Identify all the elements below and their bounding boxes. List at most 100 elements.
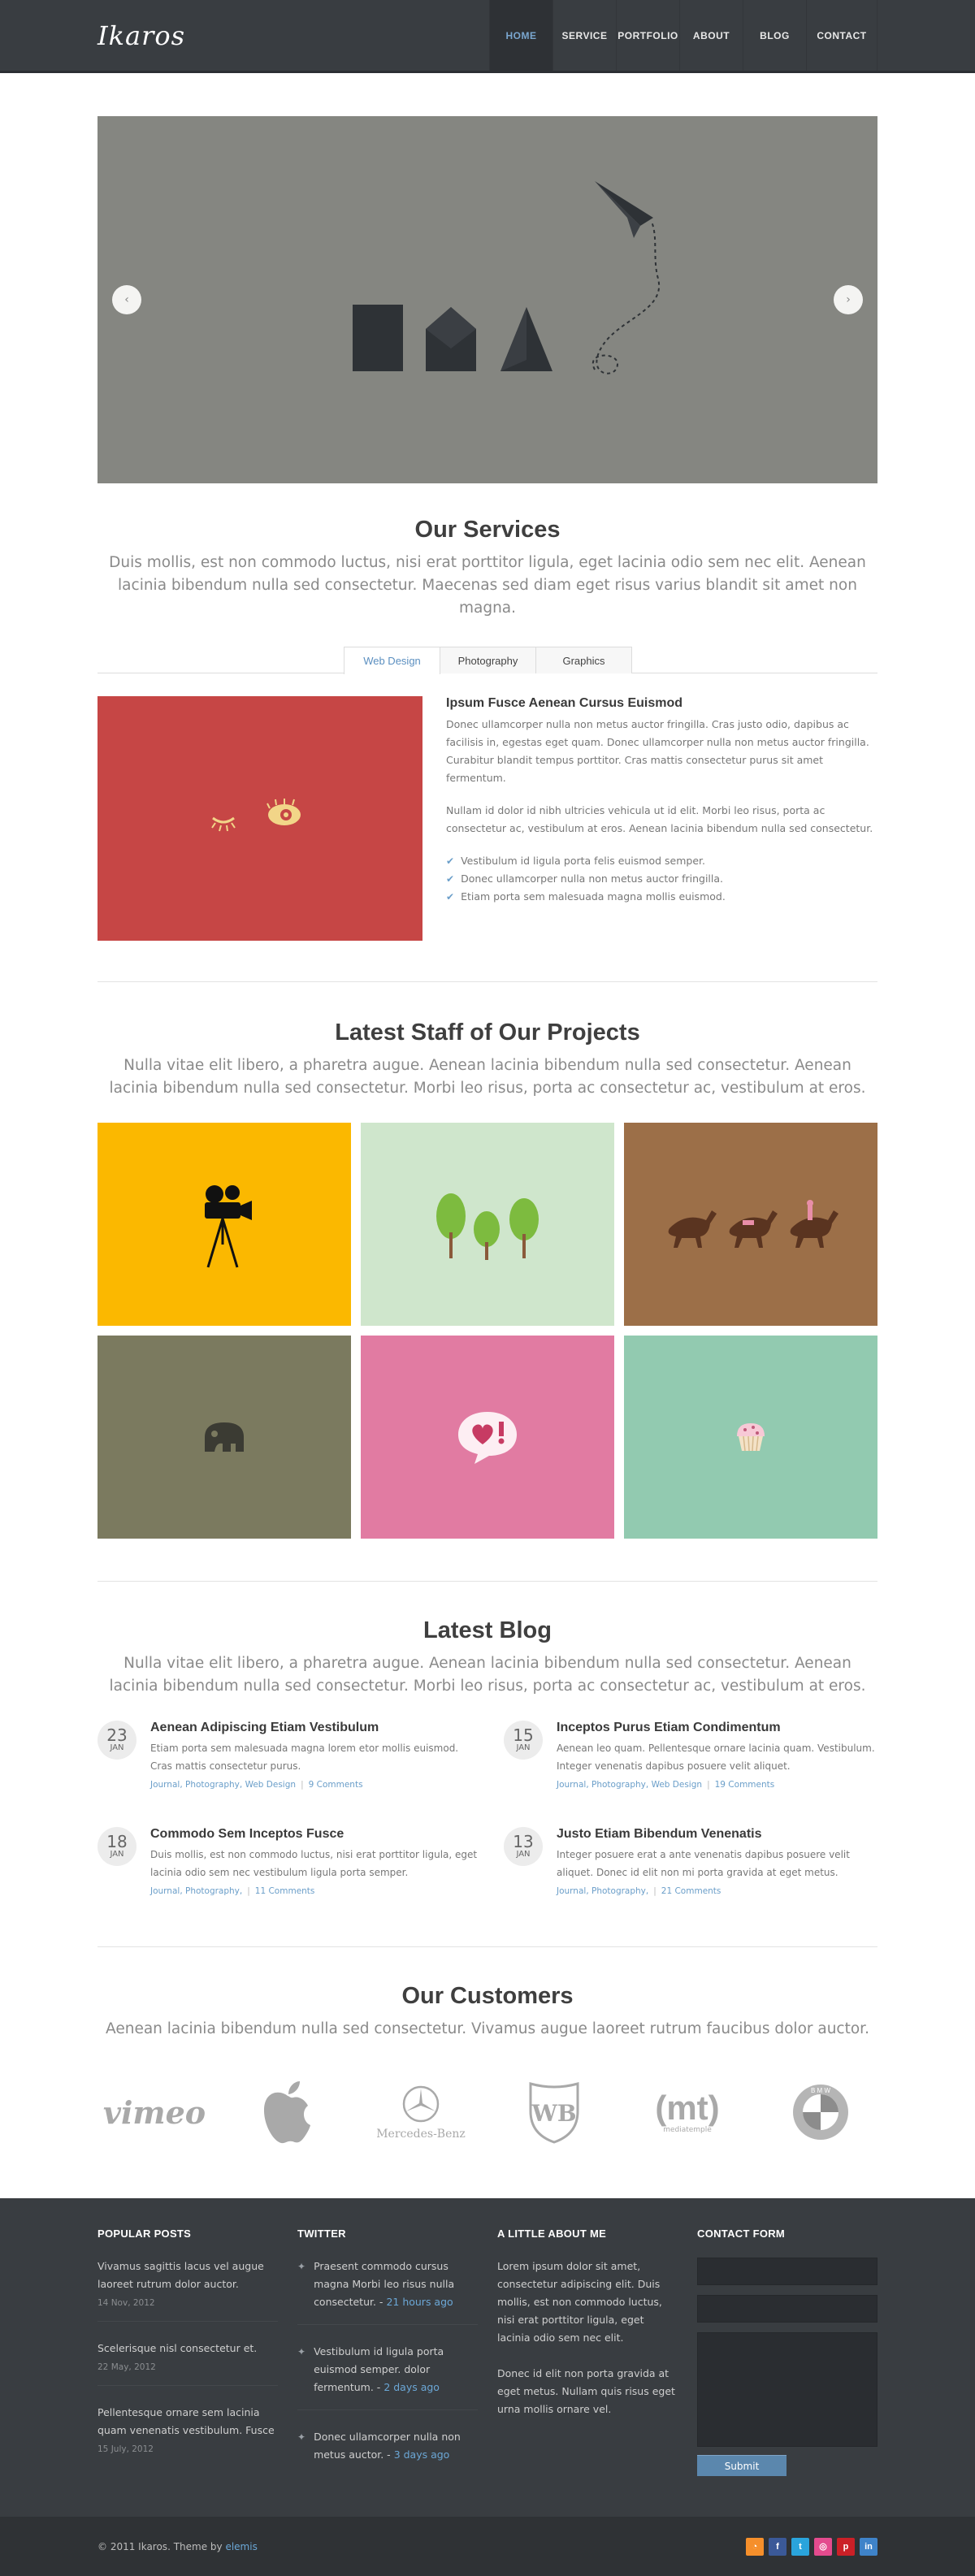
- main-nav: HOME SERVICE PORTFOLIO ABOUT BLOG CONTAC…: [489, 0, 878, 71]
- post-meta: Journal, Photography, | 11 Comments: [150, 1886, 315, 1896]
- svg-text:B M W: B M W: [811, 2087, 830, 2094]
- services-intro: Duis mollis, est non commodo luctus, nis…: [109, 554, 866, 617]
- facebook-icon[interactable]: f: [769, 2537, 786, 2556]
- twitter-bird-icon: ✦: [297, 2261, 306, 2272]
- post-excerpt: Etiam porta sem malesuada magna lorem et…: [150, 1743, 459, 1772]
- slider-illustration: [353, 181, 661, 374]
- tweet: ✦ Vestibulum id ligula porta euismod semp…: [297, 2343, 478, 2410]
- mediatemple-logo[interactable]: (mt) mediatemple: [630, 2072, 744, 2153]
- portfolio-item[interactable]: [98, 1123, 351, 1326]
- name-field[interactable]: [697, 2258, 878, 2285]
- widget-title: CONTACT FORM: [697, 2227, 786, 2240]
- submit-button[interactable]: Submit: [697, 2455, 786, 2476]
- paper-plane-icon: [595, 181, 653, 226]
- portfolio-item[interactable]: [361, 1336, 614, 1539]
- popular-post[interactable]: Vivamus sagittis lacus vel augue laoreet…: [98, 2258, 278, 2322]
- portfolio-item[interactable]: [361, 1123, 614, 1326]
- checklist-item: ✔ Vestibulum id ligula porta felis euismo…: [446, 852, 878, 870]
- post-categories[interactable]: Journal, Photography, Web Design: [557, 1780, 702, 1790]
- about-widget: A LITTLE ABOUT ME Lorem ipsum dolor sit …: [497, 2227, 678, 2477]
- widget-title: POPULAR POSTS: [98, 2227, 192, 2240]
- post-comments-link[interactable]: 9 Comments: [309, 1780, 363, 1790]
- hero-slider: ‹ ›: [98, 116, 878, 483]
- post-categories[interactable]: Journal, Photography,: [150, 1886, 242, 1896]
- flight-path: [592, 221, 661, 374]
- post-excerpt: Integer posuere erat a ante venenatis da…: [557, 1849, 850, 1878]
- site-logo[interactable]: Ikaros: [98, 20, 185, 51]
- twitter-widget: TWITTER ✦ Praesent commodo cursus magna M…: [297, 2227, 478, 2477]
- nav-about[interactable]: ABOUT: [679, 0, 743, 71]
- services-title: Our Services: [414, 517, 561, 543]
- post-comments-link[interactable]: 21 Comments: [661, 1886, 722, 1896]
- cupcake-icon: [737, 1423, 765, 1452]
- post-categories[interactable]: Journal, Photography,: [557, 1886, 648, 1896]
- about-text: Donec id elit non porta gravida at eget …: [497, 2367, 675, 2415]
- pinterest-icon[interactable]: p: [837, 2537, 855, 2556]
- post-meta: Journal, Photography, | 21 Comments: [557, 1886, 722, 1896]
- post-comments-link[interactable]: 19 Comments: [715, 1780, 775, 1790]
- apple-logo[interactable]: [231, 2072, 344, 2153]
- dribbble-icon[interactable]: ◎: [814, 2537, 832, 2556]
- portfolio-item[interactable]: [624, 1336, 878, 1539]
- message-textarea[interactable]: [697, 2332, 878, 2447]
- tweet-time-link[interactable]: 2 days ago: [384, 2381, 440, 2393]
- nav-portfolio[interactable]: PORTFOLIO: [616, 0, 679, 71]
- tweet-time-link[interactable]: 3 days ago: [394, 2448, 450, 2461]
- post-title[interactable]: Commodo Sem Inceptos Fusce: [150, 1827, 479, 1842]
- customers-intro: Aenean lacinia bibendum nulla sed consec…: [106, 2020, 869, 2037]
- svg-text:WB: WB: [531, 2100, 576, 2127]
- tab-paragraph-2: Nullam id dolor id nibh ultricies vehicu…: [446, 804, 873, 834]
- vimeo-logo[interactable]: vimeo: [98, 2072, 211, 2153]
- contact-form-widget: CONTACT FORM Submit: [697, 2227, 878, 2477]
- blog-title: Latest Blog: [423, 1617, 552, 1643]
- post-excerpt: Duis mollis, est non commodo luctus, nis…: [150, 1849, 478, 1878]
- blog-posts: 23 JAN Aenean Adipiscing Etiam Vestibulum…: [98, 1721, 878, 1933]
- popular-post[interactable]: Scelerisque nisl consectetur et. 22 May, …: [98, 2340, 278, 2386]
- about-text: Lorem ipsum dolor sit amet, consectetur …: [497, 2260, 662, 2344]
- check-icon: ✔: [446, 891, 455, 903]
- blog-post: 23 JAN Aenean Adipiscing Etiam Vestibulum…: [98, 1721, 479, 1827]
- nav-blog[interactable]: BLOG: [743, 0, 806, 71]
- widget-title: A LITTLE ABOUT ME: [497, 2227, 607, 2240]
- popular-posts-widget: POPULAR POSTS Vivamus sagittis lacus vel…: [98, 2227, 278, 2477]
- section-divider: [98, 981, 878, 982]
- portfolio-item[interactable]: [624, 1123, 878, 1326]
- email-field[interactable]: [697, 2295, 878, 2323]
- checklist-item: ✔ Etiam porta sem malesuada magna mollis …: [446, 888, 878, 906]
- heart-speech-bubble-icon: [458, 1412, 517, 1464]
- slider-next-button[interactable]: ›: [834, 285, 863, 314]
- tab-web-design[interactable]: Web Design: [344, 647, 440, 674]
- slider-prev-button[interactable]: ‹: [112, 285, 141, 314]
- popular-post[interactable]: Pellentesque ornare sem lacinia quam ven…: [98, 2404, 278, 2467]
- projects-title: Latest Staff of Our Projects: [335, 1020, 640, 1046]
- movie-camera-icon: [205, 1185, 252, 1268]
- post-excerpt: Aenean leo quam. Pellentesque ornare lac…: [557, 1743, 875, 1772]
- nav-contact[interactable]: CONTACT: [806, 0, 878, 71]
- tab-graphics[interactable]: Graphics: [535, 647, 632, 673]
- post-categories[interactable]: Journal, Photography, Web Design: [150, 1780, 296, 1790]
- post-title[interactable]: Aenean Adipiscing Etiam Vestibulum: [150, 1721, 479, 1735]
- tweet: ✦ Donec ullamcorper nulla non metus aucto…: [297, 2428, 478, 2477]
- nav-home[interactable]: HOME: [489, 0, 552, 71]
- post-title[interactable]: Inceptos Purus Etiam Condimentum: [557, 1721, 886, 1735]
- tab-paragraph-1: Donec ullamcorper nulla non metus auctor…: [446, 718, 869, 784]
- post-comments-link[interactable]: 11 Comments: [255, 1886, 315, 1896]
- theme-credit-link[interactable]: elemis: [225, 2541, 257, 2552]
- tab-photography[interactable]: Photography: [440, 647, 536, 673]
- trees-icon: [436, 1193, 539, 1260]
- square-shape: [353, 305, 403, 371]
- linkedin-icon[interactable]: in: [860, 2537, 878, 2556]
- bmw-logo[interactable]: B M W: [764, 2072, 878, 2153]
- nav-service[interactable]: SERVICE: [552, 0, 616, 71]
- warner-bros-logo[interactable]: WB: [497, 2072, 611, 2153]
- rss-icon[interactable]: ◔: [746, 2537, 764, 2556]
- checklist-item: ✔ Donec ullamcorper nulla non metus aucto…: [446, 870, 878, 888]
- mercedes-logo[interactable]: Mercedes-Benz: [364, 2072, 478, 2153]
- section-divider: [98, 1946, 878, 1947]
- portfolio-item[interactable]: [98, 1336, 351, 1539]
- tweet-time-link[interactable]: 21 hours ago: [386, 2296, 453, 2308]
- post-title[interactable]: Justo Etiam Bibendum Venenatis: [557, 1827, 886, 1842]
- social-icons: ◔ f t ◎ p in: [746, 2537, 878, 2556]
- blog-post: 18 JAN Commodo Sem Inceptos Fusce Duis mo…: [98, 1827, 479, 1933]
- twitter-icon[interactable]: t: [791, 2537, 809, 2556]
